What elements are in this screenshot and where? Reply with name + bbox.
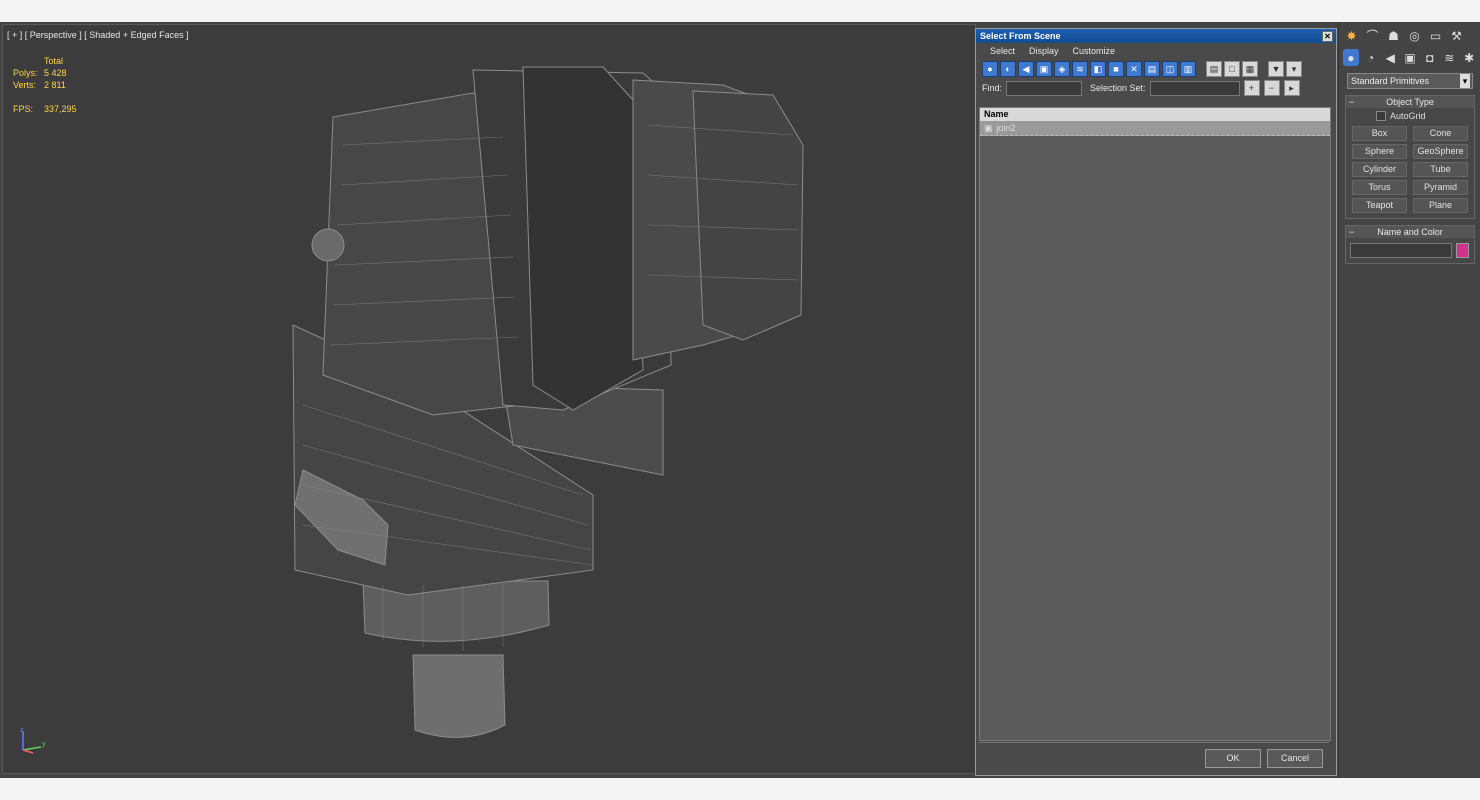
- geosphere-button[interactable]: GeoSphere: [1413, 144, 1468, 159]
- display-bones-icon[interactable]: ✕: [1126, 61, 1142, 77]
- display-xrefs-icon[interactable]: ■: [1108, 61, 1124, 77]
- display-containers-icon[interactable]: ▤: [1144, 61, 1160, 77]
- object-type-rollout: − Object Type AutoGrid Box Cone Sphere G…: [1345, 95, 1475, 219]
- command-panel-tabs: ✸ ⌒ ☗ ◎ ▭ ⚒: [1339, 22, 1480, 49]
- selection-set-label: Selection Set:: [1090, 83, 1146, 93]
- select-from-scene-dialog: Select From Scene ✕ Select Display Custo…: [975, 28, 1337, 776]
- dialog-footer: OK Cancel: [979, 742, 1329, 771]
- display-shapes-icon[interactable]: ◐: [1000, 61, 1016, 77]
- display-helpers-icon[interactable]: ◈: [1054, 61, 1070, 77]
- object-type-header[interactable]: − Object Type: [1346, 96, 1474, 108]
- pyramid-button[interactable]: Pyramid: [1413, 180, 1468, 195]
- display-tab-icon[interactable]: ▭: [1427, 27, 1444, 44]
- utilities-tab-icon[interactable]: ⚒: [1448, 27, 1465, 44]
- display-geometry-icon[interactable]: ●: [982, 61, 998, 77]
- display-groups-icon[interactable]: ◧: [1090, 61, 1106, 77]
- axis-gizmo: z y: [20, 727, 46, 754]
- autogrid-checkbox-row[interactable]: AutoGrid: [1346, 108, 1474, 123]
- plane-button[interactable]: Plane: [1413, 198, 1468, 213]
- object-icon: ▣: [984, 123, 993, 133]
- teapot-button[interactable]: Teapot: [1352, 198, 1407, 213]
- dialog-titlebar[interactable]: Select From Scene ✕: [976, 29, 1336, 43]
- scene-object-list[interactable]: Name ▣ join2: [979, 107, 1331, 741]
- autogrid-checkbox[interactable]: [1376, 111, 1386, 121]
- display-frozen-icon[interactable]: ◫: [1162, 61, 1178, 77]
- filter-settings-icon[interactable]: ▾: [1286, 61, 1302, 77]
- collapse-icon: −: [1349, 227, 1355, 237]
- box-button[interactable]: Box: [1352, 126, 1407, 141]
- space-warps-icon[interactable]: ≋: [1442, 49, 1458, 66]
- find-label: Find:: [982, 83, 1003, 93]
- systems-icon[interactable]: ✱: [1461, 49, 1477, 66]
- autogrid-label: AutoGrid: [1390, 111, 1426, 121]
- column-name-label: Name: [984, 109, 1009, 119]
- find-row: Find: Selection Set: + − ▸: [976, 79, 1336, 97]
- motion-tab-icon[interactable]: ◎: [1406, 27, 1423, 44]
- object-color-swatch[interactable]: [1456, 243, 1469, 258]
- filter-icon[interactable]: ▼: [1268, 61, 1284, 77]
- axis-y-label: y: [42, 741, 46, 748]
- list-item[interactable]: ▣ join2: [980, 121, 1330, 136]
- close-icon[interactable]: ✕: [1322, 31, 1333, 42]
- command-panel: ✸ ⌒ ☗ ◎ ▭ ⚒ ● ◔ ◀ ▣ ◘ ≋ ✱ Standard Primi…: [1338, 22, 1480, 778]
- add-to-selection-set-icon[interactable]: ▸: [1283, 80, 1300, 96]
- axis-z-label: z: [20, 727, 24, 734]
- modify-tab-icon[interactable]: ⌒: [1364, 27, 1381, 44]
- selection-set-dropdown[interactable]: [1149, 80, 1240, 96]
- geometry-icon[interactable]: ●: [1343, 49, 1359, 66]
- hierarchy-tab-icon[interactable]: ☗: [1385, 27, 1402, 44]
- app-frame: [ + ] [ Perspective ] [ Shaded + Edged F…: [0, 22, 1480, 778]
- menu-display[interactable]: Display: [1029, 43, 1059, 59]
- dialog-toolbar: ● ◐ ◀ ▣ ◈ ≋ ◧ ■ ✕ ▤ ◫ ▥ ▤ □ ▦ ▼ ▾: [976, 59, 1336, 79]
- select-all-icon[interactable]: ▤: [1206, 61, 1222, 77]
- primitive-type-dropdown[interactable]: Standard Primitives ▾: [1347, 73, 1473, 89]
- dialog-title: Select From Scene: [980, 31, 1061, 41]
- display-spacewarps-icon[interactable]: ≋: [1072, 61, 1088, 77]
- name-and-color-rollout: − Name and Color: [1345, 225, 1475, 264]
- lights-icon[interactable]: ◀: [1382, 49, 1398, 66]
- collapse-icon: −: [1349, 97, 1355, 107]
- 3d-model-render[interactable]: [3, 25, 975, 773]
- cameras-icon[interactable]: ▣: [1402, 49, 1418, 66]
- helpers-icon[interactable]: ◘: [1422, 49, 1438, 66]
- remove-selection-set-icon[interactable]: −: [1263, 80, 1280, 96]
- perspective-viewport[interactable]: [ + ] [ Perspective ] [ Shaded + Edged F…: [2, 24, 976, 774]
- name-color-row: [1346, 238, 1474, 263]
- list-item-label: join2: [996, 123, 1016, 133]
- object-type-title: Object Type: [1386, 97, 1434, 107]
- find-input[interactable]: [1006, 80, 1083, 96]
- dialog-menubar: Select Display Customize: [976, 43, 1336, 59]
- create-category-tabs: ● ◔ ◀ ▣ ◘ ≋ ✱: [1339, 49, 1480, 71]
- display-lights-icon[interactable]: ◀: [1018, 61, 1034, 77]
- primitive-buttons: Box Cone Sphere GeoSphere Cylinder Tube …: [1346, 123, 1474, 218]
- menu-customize[interactable]: Customize: [1073, 43, 1116, 59]
- name-and-color-title: Name and Color: [1377, 227, 1443, 237]
- object-name-input[interactable]: [1350, 243, 1452, 258]
- menu-select[interactable]: Select: [990, 43, 1015, 59]
- torus-button[interactable]: Torus: [1352, 180, 1407, 195]
- shapes-icon[interactable]: ◔: [1363, 49, 1379, 66]
- dropdown-value: Standard Primitives: [1351, 76, 1430, 86]
- create-selection-set-icon[interactable]: +: [1243, 80, 1260, 96]
- cone-button[interactable]: Cone: [1413, 126, 1468, 141]
- display-cameras-icon[interactable]: ▣: [1036, 61, 1052, 77]
- ok-button[interactable]: OK: [1205, 749, 1261, 768]
- sphere-button[interactable]: Sphere: [1352, 144, 1407, 159]
- column-header-name[interactable]: Name: [980, 108, 1330, 121]
- chevron-down-icon: ▾: [1460, 74, 1470, 88]
- display-hidden-icon[interactable]: ▥: [1180, 61, 1196, 77]
- cylinder-button[interactable]: Cylinder: [1352, 162, 1407, 177]
- name-and-color-header[interactable]: − Name and Color: [1346, 226, 1474, 238]
- tube-button[interactable]: Tube: [1413, 162, 1468, 177]
- select-invert-icon[interactable]: ▦: [1242, 61, 1258, 77]
- cancel-button[interactable]: Cancel: [1267, 749, 1323, 768]
- create-tab-icon[interactable]: ✸: [1343, 27, 1360, 44]
- select-none-icon[interactable]: □: [1224, 61, 1240, 77]
